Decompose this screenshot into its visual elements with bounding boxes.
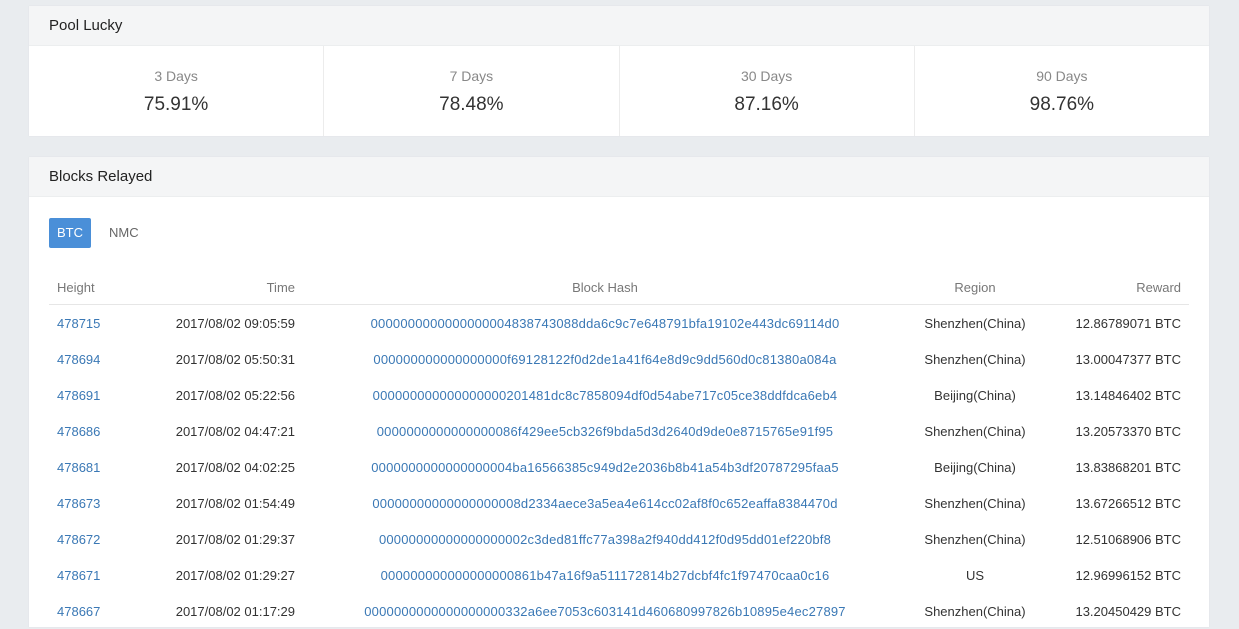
block-time: 2017/08/02 01:29:37 — [175, 531, 295, 547]
block-reward: 13.20573370 BTC — [1075, 423, 1181, 439]
lucky-stat-value: 98.76% — [1029, 94, 1095, 115]
lucky-stat-value: 87.16% — [734, 94, 799, 115]
lucky-stat-value: 78.48% — [439, 94, 504, 115]
block-reward: 12.96996152 BTC — [1075, 567, 1181, 583]
tab-nmc[interactable]: NMC — [101, 218, 147, 248]
block-height-link[interactable]: 478667 — [57, 604, 100, 619]
pool-lucky-panel: Pool Lucky 3 Days 75.91% 7 Days 78.48% 3… — [29, 6, 1209, 136]
table-row: 478681 2017/08/02 04:02:25 0000000000000… — [49, 449, 1189, 485]
block-reward: 12.51068906 BTC — [1075, 531, 1181, 547]
tab-btc[interactable]: BTC — [49, 218, 91, 248]
block-time: 2017/08/02 01:29:27 — [175, 567, 295, 583]
block-hash-link[interactable]: 00000000000000000008d2334aece3a5ea4e614c… — [372, 496, 837, 511]
lucky-stat-30-days: 30 Days 87.16% — [620, 46, 915, 136]
block-hash-link[interactable]: 0000000000000000000332a6ee7053c603141d46… — [364, 604, 846, 619]
block-time: 2017/08/02 04:02:25 — [175, 459, 295, 475]
block-hash-link[interactable]: 0000000000000000004ba16566385c949d2e2036… — [371, 460, 839, 475]
block-time: 2017/08/02 01:54:49 — [175, 495, 295, 511]
table-row: 478667 2017/08/02 01:17:29 0000000000000… — [49, 593, 1189, 629]
block-height-link[interactable]: 478673 — [57, 496, 100, 511]
lucky-stat-90-days: 90 Days 98.76% — [915, 46, 1209, 136]
lucky-stat-value: 75.91% — [143, 94, 209, 115]
block-region: Beijing(China) — [934, 387, 1016, 403]
table-row: 478671 2017/08/02 01:29:27 0000000000000… — [49, 557, 1189, 593]
block-height-link[interactable]: 478686 — [57, 424, 100, 439]
block-time: 2017/08/02 09:05:59 — [175, 315, 295, 331]
table-row: 478672 2017/08/02 01:29:37 0000000000000… — [49, 521, 1189, 557]
block-reward: 13.20450429 BTC — [1075, 603, 1181, 619]
blocks-table: Height Time Block Hash Region Reward 478… — [49, 270, 1189, 629]
block-height-link[interactable]: 478671 — [57, 568, 100, 583]
blocks-relayed-panel: Blocks Relayed BTC NMC Height Time Block… — [29, 157, 1209, 627]
block-reward: 12.86789071 BTC — [1075, 315, 1181, 331]
lucky-stat-label: 7 Days — [449, 68, 494, 84]
block-height-link[interactable]: 478691 — [57, 388, 100, 403]
block-height-link[interactable]: 478681 — [57, 460, 100, 475]
block-height-link[interactable]: 478715 — [57, 316, 100, 331]
block-hash-link[interactable]: 0000000000000000086f429ee5cb326f9bda5d3d… — [377, 424, 834, 439]
lucky-stat-7-days: 7 Days 78.48% — [324, 46, 620, 136]
block-time: 2017/08/02 05:50:31 — [175, 351, 295, 367]
block-region: Shenzhen(China) — [924, 495, 1026, 511]
pool-lucky-title: Pool Lucky — [29, 6, 1209, 46]
block-region: Shenzhen(China) — [924, 351, 1026, 367]
table-row: 478673 2017/08/02 01:54:49 0000000000000… — [49, 485, 1189, 521]
table-row: 478686 2017/08/02 04:47:21 0000000000000… — [49, 413, 1189, 449]
block-hash-link[interactable]: 000000000000000000861b47a16f9a511172814b… — [381, 568, 830, 583]
block-time: 2017/08/02 05:22:56 — [175, 387, 295, 403]
lucky-stat-label: 90 Days — [1036, 68, 1088, 84]
block-hash-link[interactable]: 00000000000000000002c3ded81ffc77a398a2f9… — [379, 532, 831, 547]
coin-tabs: BTC NMC — [49, 218, 147, 248]
block-region: US — [965, 567, 985, 583]
lucky-stat-label: 30 Days — [740, 68, 793, 84]
column-header-time: Time — [137, 270, 303, 305]
table-row: 478715 2017/08/02 09:05:59 0000000000000… — [49, 305, 1189, 342]
block-reward: 13.67266512 BTC — [1075, 495, 1181, 511]
block-region: Shenzhen(China) — [924, 315, 1026, 331]
block-hash-link[interactable]: 000000000000000000201481dc8c7858094df0d5… — [373, 388, 838, 403]
block-region: Shenzhen(China) — [924, 603, 1026, 619]
block-reward: 13.00047377 BTC — [1075, 351, 1181, 367]
column-header-height: Height — [49, 270, 137, 305]
lucky-stats: 3 Days 75.91% 7 Days 78.48% 30 Days 87.1… — [29, 46, 1209, 136]
block-region: Shenzhen(China) — [924, 423, 1026, 439]
block-region: Beijing(China) — [934, 459, 1016, 475]
table-header-row: Height Time Block Hash Region Reward — [49, 270, 1189, 305]
lucky-stat-3-days: 3 Days 75.91% — [29, 46, 325, 136]
table-row: 478691 2017/08/02 05:22:56 0000000000000… — [49, 377, 1189, 413]
block-height-link[interactable]: 478694 — [57, 352, 100, 367]
block-time: 2017/08/02 04:47:21 — [175, 423, 295, 439]
block-height-link[interactable]: 478672 — [57, 532, 100, 547]
block-region: Shenzhen(China) — [924, 531, 1026, 547]
column-header-region: Region — [907, 270, 1043, 305]
lucky-stat-label: 3 Days — [154, 68, 198, 84]
blocks-relayed-title: Blocks Relayed — [29, 157, 1209, 197]
block-hash-link[interactable]: 000000000000000000f69128122f0d2de1a41f64… — [373, 352, 836, 367]
block-reward: 13.83868201 BTC — [1075, 459, 1181, 475]
table-row: 478694 2017/08/02 05:50:31 0000000000000… — [49, 341, 1189, 377]
block-reward: 13.14846402 BTC — [1075, 387, 1181, 403]
column-header-block-hash: Block Hash — [303, 270, 907, 305]
block-time: 2017/08/02 01:17:29 — [175, 603, 295, 619]
block-hash-link[interactable]: 0000000000000000004838743088dda6c9c7e648… — [371, 316, 840, 331]
column-header-reward: Reward — [1043, 270, 1189, 305]
